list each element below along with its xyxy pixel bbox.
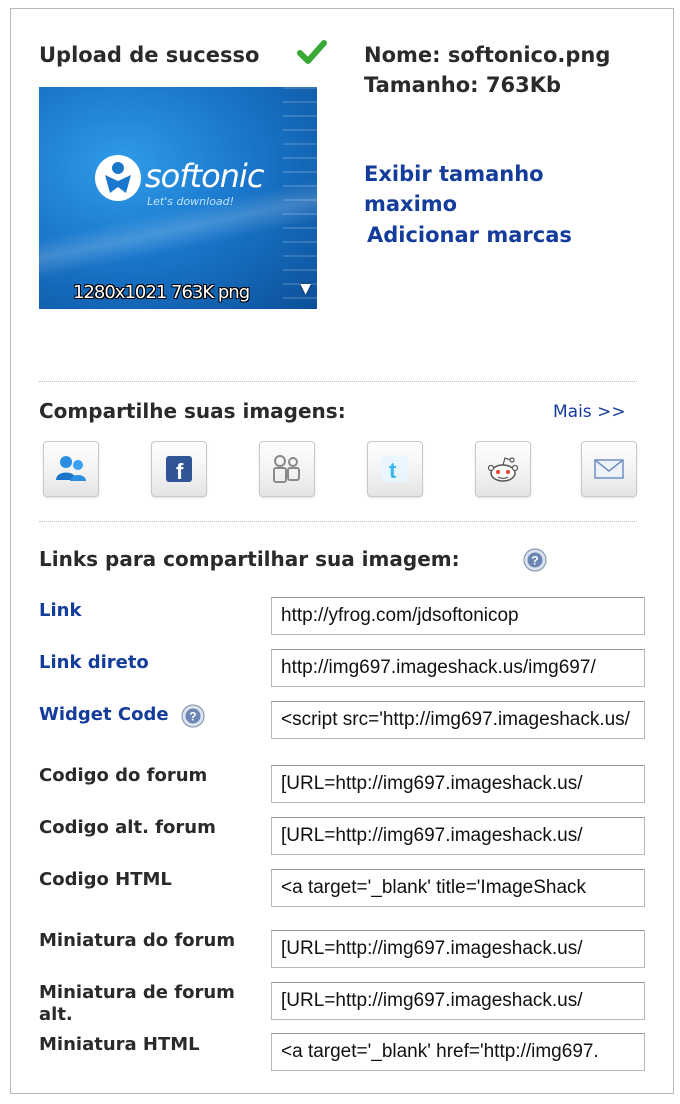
image-thumbnail[interactable]: softonic Let's download! 1280x1021 763K … bbox=[39, 87, 317, 309]
html-code-field[interactable] bbox=[271, 869, 645, 907]
alt-forum-code-label: Codigo alt. forum bbox=[39, 817, 216, 838]
forum-code-field[interactable] bbox=[271, 765, 645, 803]
widget-code-field[interactable] bbox=[271, 701, 645, 739]
upload-panel: Upload de sucesso softonic Let's downloa… bbox=[10, 8, 674, 1094]
thumbnail-caption: 1280x1021 763K png bbox=[73, 282, 250, 303]
share-title: Compartilhe suas imagens: bbox=[39, 399, 346, 423]
softonic-logo-text: softonic bbox=[145, 157, 264, 195]
svg-text:?: ? bbox=[189, 710, 196, 724]
share-messenger-button[interactable] bbox=[43, 441, 99, 497]
file-name: Nome: softonico.png bbox=[364, 43, 611, 67]
share-email-button[interactable] bbox=[581, 441, 637, 497]
share-facebook-button[interactable]: f bbox=[151, 441, 207, 497]
share-links-title: Links para compartilhar sua imagem: bbox=[39, 547, 460, 571]
forum-code-label: Codigo do forum bbox=[39, 765, 208, 786]
upload-success-title: Upload de sucesso bbox=[39, 43, 260, 67]
widget-code-label: Widget Code bbox=[39, 704, 169, 725]
html-code-label: Codigo HTML bbox=[39, 869, 172, 890]
divider bbox=[39, 521, 637, 522]
help-icon[interactable]: ? bbox=[181, 704, 205, 728]
direct-link-field[interactable] bbox=[271, 649, 645, 687]
file-size: Tamanho: 763Kb bbox=[364, 73, 562, 97]
myspace-icon bbox=[273, 455, 300, 483]
twitter-icon: t bbox=[382, 456, 408, 483]
svg-text:f: f bbox=[176, 459, 184, 484]
forum-thumbnail-label: Miniatura do forum bbox=[39, 930, 236, 951]
link-field[interactable] bbox=[271, 597, 645, 635]
share-reddit-button[interactable] bbox=[475, 441, 531, 497]
help-icon[interactable]: ? bbox=[523, 548, 547, 572]
alt-forum-thumbnail-field[interactable] bbox=[271, 982, 645, 1020]
show-max-size-link[interactable]: Exibir tamanho maximo bbox=[364, 159, 604, 219]
more-share-link[interactable]: Mais >> bbox=[553, 402, 626, 422]
reddit-icon bbox=[487, 457, 519, 482]
softonic-logo-icon bbox=[95, 155, 141, 201]
direct-link-label: Link direto bbox=[39, 652, 149, 673]
add-tags-link[interactable]: Adicionar marcas bbox=[367, 223, 572, 247]
html-thumbnail-label: Miniatura HTML bbox=[39, 1034, 200, 1055]
svg-text:?: ? bbox=[531, 554, 538, 568]
share-myspace-button[interactable] bbox=[259, 441, 315, 497]
link-label: Link bbox=[39, 600, 82, 621]
html-thumbnail-field[interactable] bbox=[271, 1033, 645, 1071]
svg-text:t: t bbox=[389, 458, 397, 483]
share-twitter-button[interactable]: t bbox=[367, 441, 423, 497]
messenger-icon bbox=[56, 456, 86, 481]
email-icon bbox=[594, 459, 624, 479]
divider bbox=[39, 381, 637, 382]
forum-thumbnail-field[interactable] bbox=[271, 930, 645, 968]
alt-forum-thumbnail-label: Miniatura de forum alt. bbox=[39, 982, 235, 1025]
alt-forum-code-field[interactable] bbox=[271, 817, 645, 855]
checkmark-icon bbox=[297, 40, 327, 64]
chevron-down-icon[interactable]: ▼ bbox=[300, 281, 311, 297]
facebook-icon: f bbox=[166, 456, 192, 484]
logo-tagline: Let's download! bbox=[147, 195, 235, 208]
